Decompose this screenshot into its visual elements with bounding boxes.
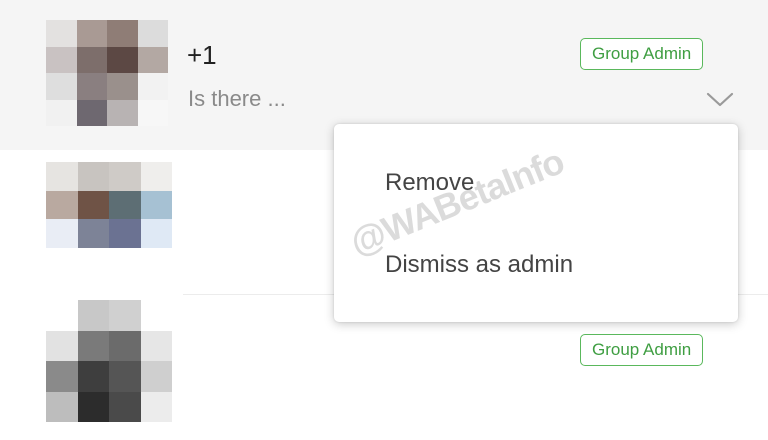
avatar-pixel: [109, 219, 141, 248]
avatar-pixel: [137, 73, 168, 100]
avatar-pixel: [140, 162, 172, 191]
avatar-pixel: [140, 361, 172, 392]
avatar-pixel: [77, 190, 109, 219]
avatar-pixel: [76, 73, 107, 100]
avatar-pixel: [137, 46, 168, 73]
avatar-pixel: [76, 20, 107, 47]
avatar-pixel: [107, 99, 138, 126]
avatar-pixel: [137, 99, 168, 126]
avatar-pixel: [107, 73, 138, 100]
chevron-down-icon[interactable]: [704, 86, 736, 112]
avatar-pixel: [140, 391, 172, 422]
avatar-pixel: [140, 219, 172, 248]
avatar-pixel: [46, 300, 78, 331]
avatar-pixel: [140, 330, 172, 361]
avatar-pixel: [46, 361, 78, 392]
avatar-pixel: [137, 20, 168, 47]
participant-status: Is there ...: [188, 86, 286, 111]
avatar-pixel: [46, 391, 78, 422]
avatar: [46, 20, 168, 126]
avatar-pixel: [140, 190, 172, 219]
avatar-pixel: [46, 99, 77, 126]
avatar-pixel: [46, 46, 77, 73]
avatar-pixel: [109, 330, 141, 361]
avatar-pixel: [77, 247, 109, 276]
avatar-pixel: [107, 46, 138, 73]
avatar-pixel: [46, 20, 77, 47]
avatar-pixel: [77, 162, 109, 191]
avatar-pixel: [46, 190, 78, 219]
avatar-pixel: [77, 391, 109, 422]
avatar-pixel: [109, 391, 141, 422]
avatar-pixel: [109, 300, 141, 331]
group-admin-badge: Group Admin: [580, 334, 704, 366]
avatar: [46, 300, 172, 422]
menu-item-dismiss-admin[interactable]: Dismiss as admin: [334, 230, 738, 300]
avatar-pixel: [46, 330, 78, 361]
avatar-pixel: [109, 190, 141, 219]
avatar-pixel: [77, 219, 109, 248]
participant-context-menu: Remove Dismiss as admin: [334, 124, 738, 322]
avatar-pixel: [77, 330, 109, 361]
avatar-pixel: [46, 162, 78, 191]
avatar: [46, 162, 172, 276]
avatar-pixel: [109, 162, 141, 191]
avatar-pixel: [77, 361, 109, 392]
avatar-pixel: [109, 247, 141, 276]
avatar-pixel: [77, 300, 109, 331]
avatar-pixel: [76, 99, 107, 126]
avatar-pixel: [76, 46, 107, 73]
avatar-pixel: [107, 20, 138, 47]
participant-name: +1: [187, 40, 217, 70]
avatar-pixel: [46, 73, 77, 100]
avatar-pixel: [46, 219, 78, 248]
avatar-pixel: [46, 247, 78, 276]
avatar-pixel: [140, 247, 172, 276]
avatar-pixel: [140, 300, 172, 331]
group-admin-badge: Group Admin: [580, 38, 704, 70]
menu-item-remove[interactable]: Remove: [334, 148, 738, 218]
avatar-pixel: [109, 361, 141, 392]
